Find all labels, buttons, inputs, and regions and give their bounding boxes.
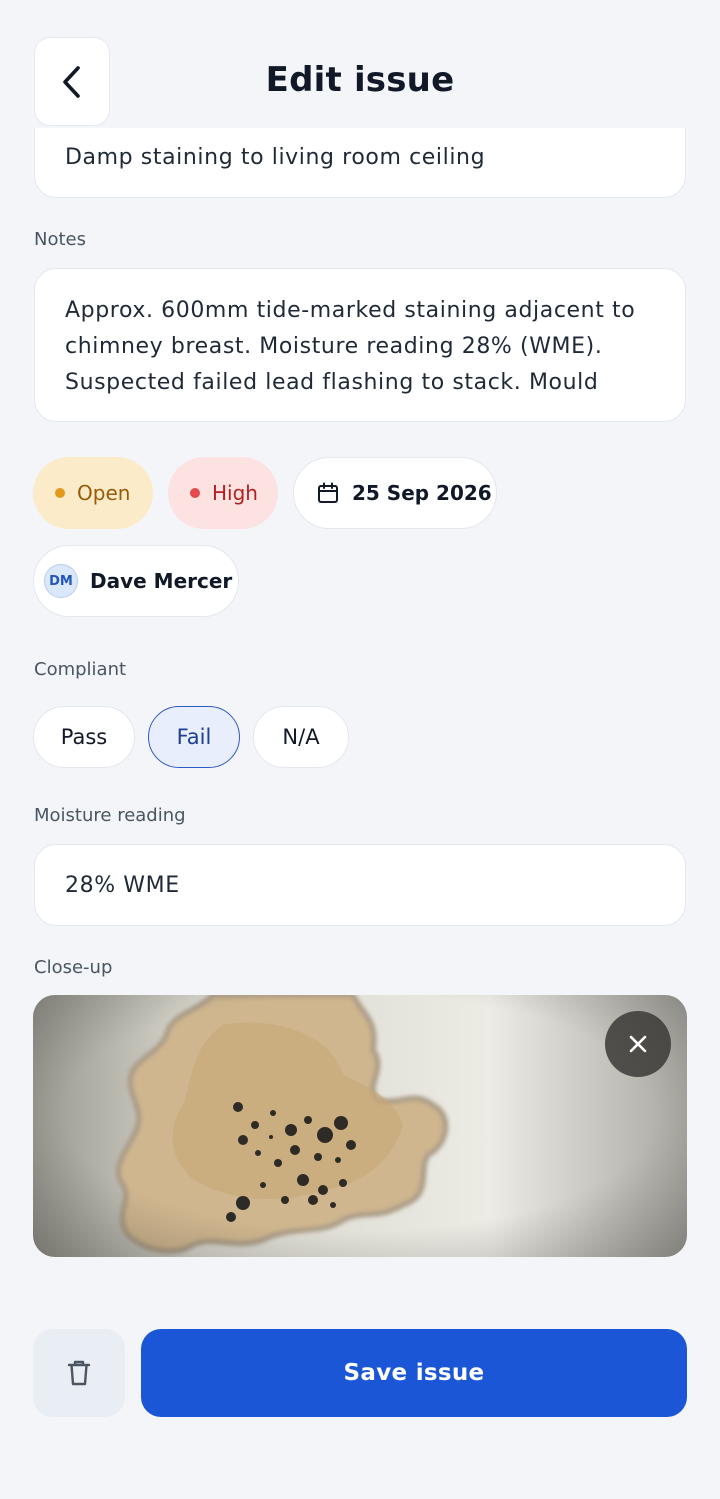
compliant-option-na[interactable]: N/A bbox=[253, 706, 349, 768]
damp-stain-image bbox=[33, 995, 687, 1257]
remove-photo-button[interactable] bbox=[605, 1011, 671, 1077]
close-icon bbox=[629, 1035, 647, 1053]
trash-icon bbox=[67, 1360, 91, 1386]
compliant-option-pass[interactable]: Pass bbox=[33, 706, 135, 768]
page-title: Edit issue bbox=[265, 60, 455, 100]
status-chip[interactable]: Open bbox=[33, 457, 153, 529]
priority-label: High bbox=[212, 481, 258, 505]
due-date-label: 25 Sep 2026 bbox=[352, 481, 492, 505]
assignee-name: Dave Mercer bbox=[90, 569, 233, 593]
moisture-label: Moisture reading bbox=[34, 805, 186, 826]
status-label: Open bbox=[77, 481, 131, 505]
priority-chip[interactable]: High bbox=[168, 457, 278, 529]
compliant-label: Compliant bbox=[34, 659, 127, 680]
status-dot bbox=[55, 488, 65, 498]
compliant-option-fail[interactable]: Fail bbox=[148, 706, 240, 768]
priority-dot bbox=[190, 488, 200, 498]
avatar: DM bbox=[44, 564, 78, 598]
notes-label: Notes bbox=[34, 229, 86, 250]
closeup-label: Close-up bbox=[34, 957, 113, 978]
moisture-input[interactable]: 28% WME bbox=[34, 844, 686, 926]
closeup-photo[interactable] bbox=[33, 995, 687, 1257]
save-button[interactable]: Save issue bbox=[141, 1329, 687, 1417]
calendar-icon bbox=[318, 482, 338, 503]
assignee-chip[interactable]: DM Dave Mercer bbox=[33, 545, 239, 617]
header: Edit issue bbox=[0, 0, 720, 128]
notes-field[interactable]: Approx. 600mm tide-marked staining adjac… bbox=[34, 268, 686, 422]
due-date-chip[interactable]: 25 Sep 2026 bbox=[293, 457, 497, 529]
delete-button[interactable] bbox=[33, 1329, 125, 1417]
